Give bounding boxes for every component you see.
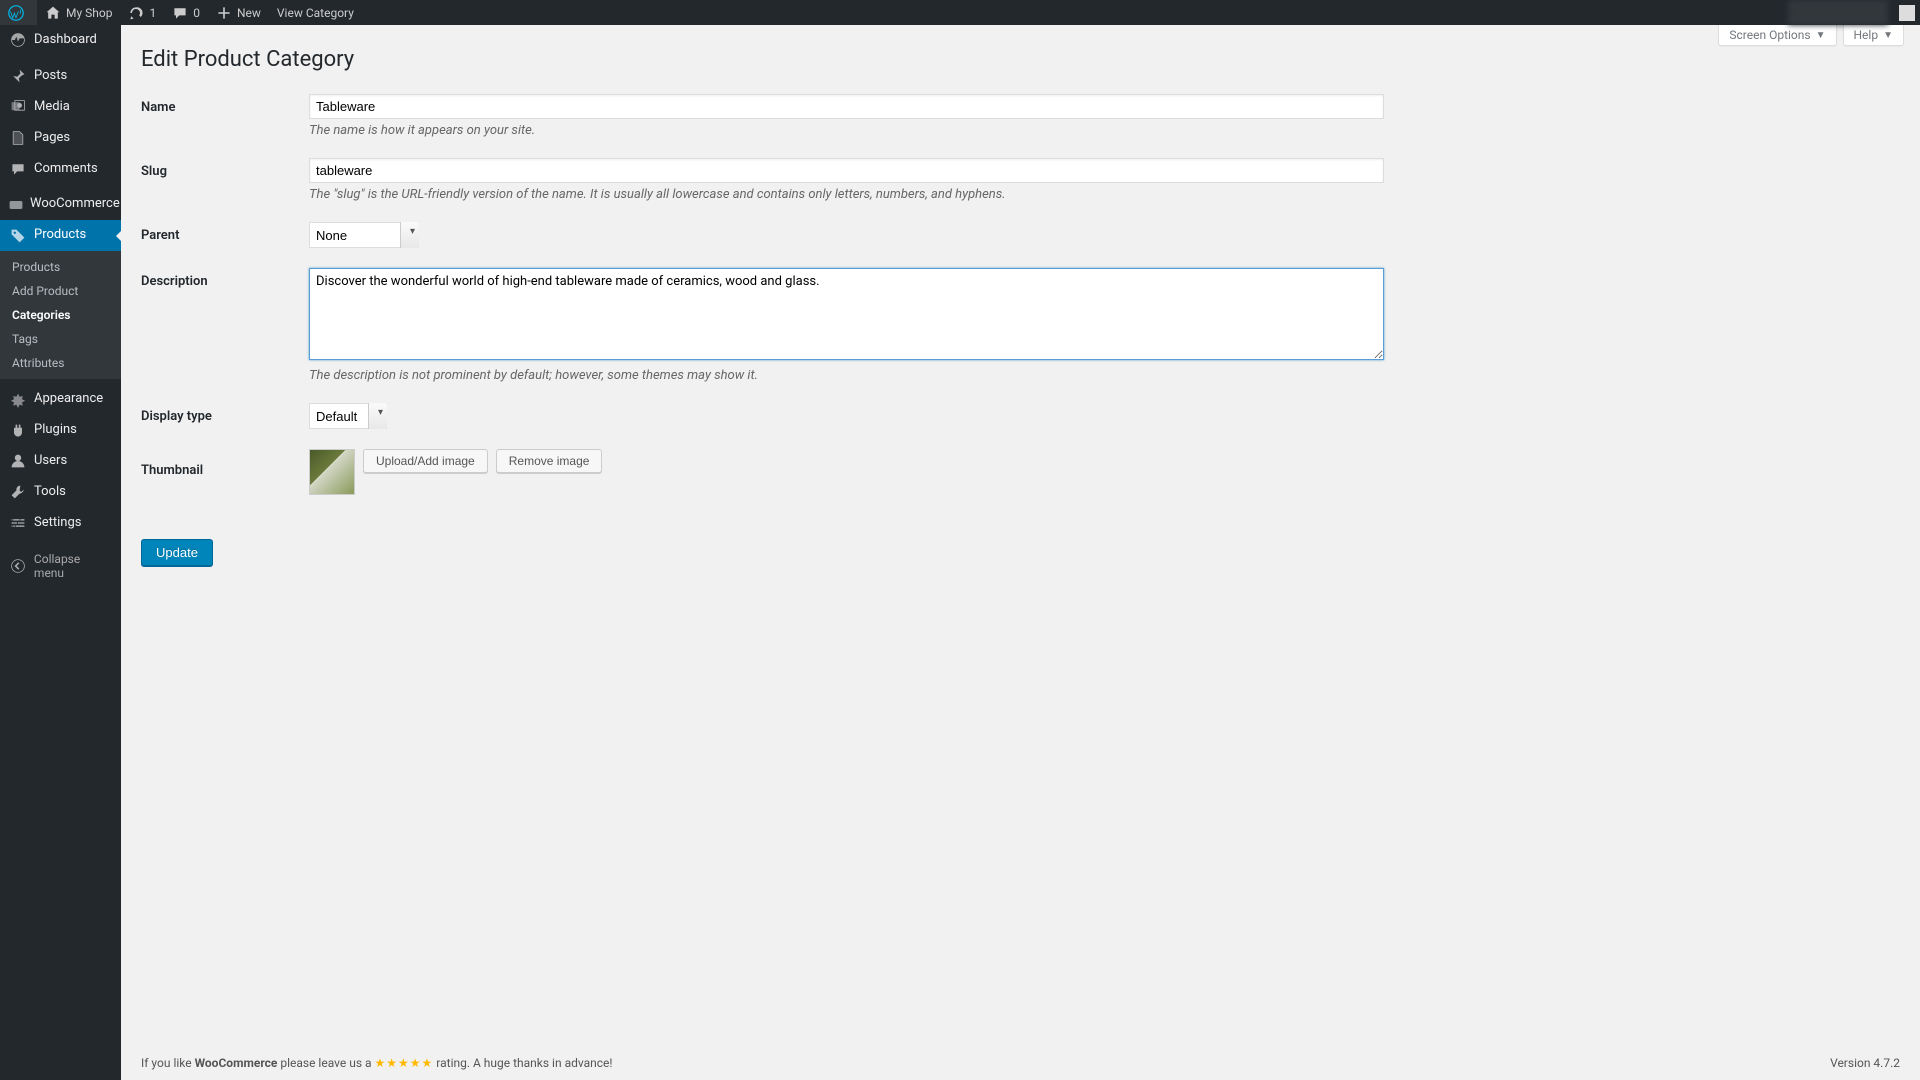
remove-image-button[interactable]: Remove image bbox=[496, 449, 603, 473]
admin-bar: My Shop 1 0 New View Category bbox=[0, 0, 1920, 25]
description-help: The description is not prominent by defa… bbox=[309, 368, 1900, 383]
menu-plugins-label: Plugins bbox=[34, 422, 77, 439]
submenu-attributes[interactable]: Attributes bbox=[0, 351, 121, 375]
rating-link[interactable]: ★★★★★ bbox=[375, 1056, 434, 1070]
site-name-link[interactable]: My Shop bbox=[37, 0, 120, 25]
avatar-link[interactable] bbox=[1888, 0, 1920, 25]
help-button[interactable]: Help ▼ bbox=[1843, 25, 1905, 46]
woocommerce-icon bbox=[8, 197, 24, 213]
collapse-icon bbox=[8, 558, 28, 574]
slug-help: The "slug" is the URL-friendly version o… bbox=[309, 187, 1900, 202]
submenu-categories[interactable]: Categories bbox=[0, 303, 121, 327]
menu-media-label: Media bbox=[34, 99, 70, 116]
page-title: Edit Product Category bbox=[141, 35, 1900, 84]
menu-users-label: Users bbox=[34, 453, 67, 470]
edit-form: Name The name is how it appears on your … bbox=[141, 84, 1900, 566]
admin-menu: Dashboard Posts Media Pages Comments Woo… bbox=[0, 25, 121, 1080]
view-category-link[interactable]: View Category bbox=[269, 0, 362, 25]
menu-appearance[interactable]: Appearance bbox=[0, 384, 121, 415]
menu-comments[interactable]: Comments bbox=[0, 154, 121, 185]
new-content-link[interactable]: New bbox=[208, 0, 269, 25]
update-icon bbox=[128, 5, 144, 21]
upload-image-button[interactable]: Upload/Add image bbox=[363, 449, 488, 473]
chevron-down-icon: ▼ bbox=[1816, 30, 1826, 41]
menu-products[interactable]: Products bbox=[0, 220, 121, 251]
menu-settings-label: Settings bbox=[34, 515, 81, 532]
menu-woocommerce[interactable]: WooCommerce bbox=[0, 189, 121, 220]
description-label: Description bbox=[141, 268, 309, 289]
help-label: Help bbox=[1854, 28, 1879, 42]
footer-thanks: If you like WooCommerce please leave us … bbox=[141, 1056, 612, 1070]
site-name-text: My Shop bbox=[66, 6, 112, 20]
parent-label: Parent bbox=[141, 222, 309, 243]
slug-input[interactable] bbox=[309, 158, 1384, 183]
display-type-select[interactable]: Default bbox=[309, 403, 387, 429]
thumbnail-label: Thumbnail bbox=[141, 449, 309, 478]
collapse-menu[interactable]: Collapse menu bbox=[0, 544, 121, 588]
menu-tools-label: Tools bbox=[34, 484, 66, 501]
plus-icon bbox=[216, 5, 232, 21]
page-icon bbox=[8, 130, 28, 146]
menu-dashboard-label: Dashboard bbox=[34, 32, 97, 49]
screen-options-label: Screen Options bbox=[1729, 28, 1810, 42]
menu-tools[interactable]: Tools bbox=[0, 477, 121, 508]
menu-pages-label: Pages bbox=[34, 130, 70, 147]
updates-link[interactable]: 1 bbox=[120, 0, 164, 25]
settings-icon bbox=[8, 515, 28, 531]
products-icon bbox=[8, 228, 28, 244]
my-account[interactable] bbox=[1788, 0, 1888, 25]
products-submenu: Products Add Product Categories Tags Att… bbox=[0, 251, 121, 379]
menu-comments-label: Comments bbox=[34, 161, 98, 178]
menu-woocommerce-label: WooCommerce bbox=[30, 196, 120, 213]
menu-media[interactable]: Media bbox=[0, 92, 121, 123]
menu-posts-label: Posts bbox=[34, 68, 67, 85]
home-icon bbox=[45, 5, 61, 21]
wp-logo[interactable] bbox=[0, 0, 37, 25]
footer-version: Version 4.7.2 bbox=[1830, 1056, 1900, 1070]
dashboard-icon bbox=[8, 32, 28, 48]
avatar-icon bbox=[1899, 5, 1915, 21]
name-label: Name bbox=[141, 94, 309, 115]
pin-icon bbox=[8, 68, 28, 84]
plugins-icon bbox=[8, 423, 28, 439]
view-category-label: View Category bbox=[277, 6, 354, 20]
menu-settings[interactable]: Settings bbox=[0, 508, 121, 539]
comment-icon bbox=[172, 5, 188, 21]
users-icon bbox=[8, 453, 28, 469]
screen-options-button[interactable]: Screen Options ▼ bbox=[1718, 25, 1836, 46]
media-icon bbox=[8, 99, 28, 115]
slug-label: Slug bbox=[141, 158, 309, 179]
wordpress-icon bbox=[8, 5, 24, 21]
thumbnail-image bbox=[309, 449, 355, 495]
parent-select[interactable]: None bbox=[309, 222, 419, 248]
comments-icon bbox=[8, 161, 28, 177]
comments-count: 0 bbox=[193, 6, 200, 20]
menu-plugins[interactable]: Plugins bbox=[0, 415, 121, 446]
menu-products-label: Products bbox=[34, 227, 86, 244]
description-textarea[interactable]: Discover the wonderful world of high-end… bbox=[309, 268, 1384, 360]
menu-dashboard[interactable]: Dashboard bbox=[0, 25, 121, 56]
tools-icon bbox=[8, 484, 28, 500]
menu-appearance-label: Appearance bbox=[34, 391, 103, 408]
new-label: New bbox=[237, 6, 261, 20]
chevron-down-icon: ▼ bbox=[1883, 30, 1893, 41]
name-help: The name is how it appears on your site. bbox=[309, 123, 1900, 138]
name-input[interactable] bbox=[309, 94, 1384, 119]
update-button[interactable]: Update bbox=[141, 539, 213, 566]
menu-users[interactable]: Users bbox=[0, 446, 121, 477]
updates-count: 1 bbox=[149, 6, 156, 20]
comments-link[interactable]: 0 bbox=[164, 0, 208, 25]
menu-posts[interactable]: Posts bbox=[0, 61, 121, 92]
submenu-tags[interactable]: Tags bbox=[0, 327, 121, 351]
display-type-label: Display type bbox=[141, 403, 309, 424]
submenu-add-product[interactable]: Add Product bbox=[0, 279, 121, 303]
submenu-products[interactable]: Products bbox=[0, 255, 121, 279]
screen-meta: Screen Options ▼ Help ▼ bbox=[1712, 25, 1904, 46]
footer: If you like WooCommerce please leave us … bbox=[121, 1046, 1920, 1080]
appearance-icon bbox=[8, 392, 28, 408]
menu-pages[interactable]: Pages bbox=[0, 123, 121, 154]
collapse-label: Collapse menu bbox=[34, 552, 113, 580]
